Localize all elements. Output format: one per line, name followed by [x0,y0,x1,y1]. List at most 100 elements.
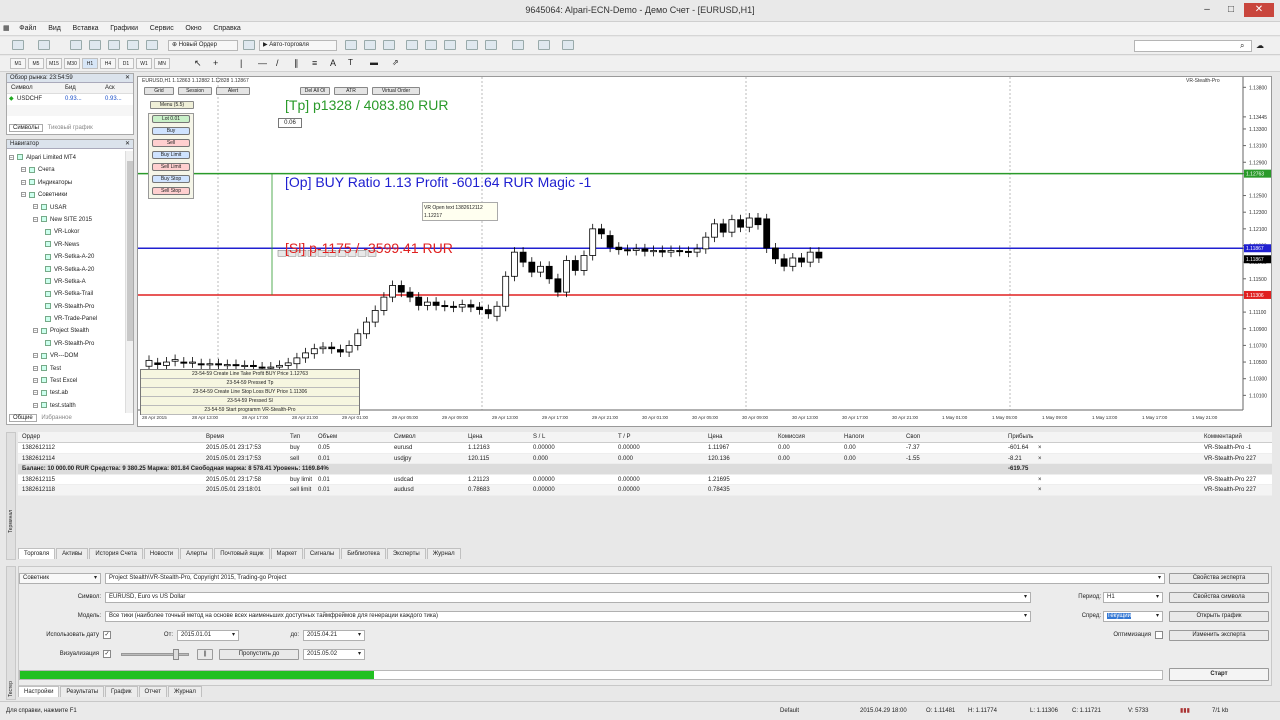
tab-favorites[interactable]: Избранное [38,415,74,421]
market-watch-icon[interactable] [70,40,82,50]
candle[interactable] [389,285,397,298]
mw-col-bid[interactable]: Бид [65,83,76,94]
market-watch-row[interactable]: ◆ USDCHF 0.93... 0.93... [7,94,133,105]
grid-button[interactable]: Grid [144,87,174,95]
terminal-icon[interactable] [127,40,139,50]
nav-item[interactable]: VR-Lokor [9,226,123,238]
candle[interactable] [162,361,170,366]
table-row[interactable]: 1382612114 2015.05.01 23:17:53 sell 0.01 usd… [6,453,1272,464]
spread-select[interactable]: Текущий ▾ [1103,611,1163,622]
timeframe-m5[interactable]: M5 [28,58,44,69]
candle[interactable] [154,362,162,365]
zoom-out-icon[interactable] [425,40,437,50]
new-chart-icon[interactable] [12,40,24,50]
candle[interactable] [354,333,362,346]
session-button[interactable]: Session [178,87,212,95]
close-order-icon[interactable]: × [1038,443,1042,453]
skip-date-input[interactable]: 2015.05.02 ▾ [303,649,365,660]
candle[interactable] [450,305,457,308]
candle[interactable] [345,344,353,353]
candle[interactable] [476,306,484,311]
candle[interactable] [597,228,605,235]
candle[interactable] [241,364,249,367]
candle[interactable] [528,261,536,273]
tester-icon[interactable] [146,40,158,50]
menu-item-window[interactable]: Окно [180,22,206,36]
tab-tester[interactable]: Отчет [138,686,167,697]
navigator-icon[interactable] [108,40,120,50]
autoscroll-icon[interactable] [466,40,478,50]
nav-item[interactable]: − New SITE 2015 [9,214,123,226]
nav-item[interactable]: VR-Trade-Panel [9,313,123,325]
candle[interactable] [754,217,762,226]
tester-type-select[interactable]: Советник ▾ [19,573,101,584]
candle[interactable] [719,223,727,233]
tab-terminal[interactable]: Журнал [426,548,461,559]
nav-item[interactable]: − Test [9,363,123,375]
nav-item[interactable]: − test.stalth [9,400,123,412]
candle[interactable] [502,275,510,307]
tab-terminal[interactable]: Эксперты [386,548,426,559]
periods-icon[interactable] [538,40,550,50]
candle[interactable] [624,249,631,252]
column-header[interactable]: Своп [906,432,920,443]
close-order-icon[interactable]: × [1038,475,1042,485]
column-header[interactable]: S / L [533,432,545,443]
data-window-icon[interactable] [89,40,101,50]
table-row[interactable]: 1382612118 2015.05.01 23:18:01 sell limit 0… [6,485,1272,496]
nav-item[interactable]: − Счета [9,164,123,176]
candle[interactable] [676,250,684,253]
menu-item-help[interactable]: Справка [208,22,245,36]
start-button[interactable]: Старт [1169,668,1269,681]
candle[interactable] [537,265,544,273]
nav-item[interactable]: − Alpari Limited MT4 [9,152,123,164]
column-header[interactable]: Символ [394,432,416,443]
close-order-icon[interactable]: × [1038,454,1042,464]
expand-icon[interactable]: − [33,328,38,334]
candle[interactable] [293,357,301,365]
column-header[interactable]: Тип [290,432,300,443]
candle[interactable] [632,248,640,251]
fibo-icon[interactable]: ≡ [312,58,322,69]
expand-icon[interactable]: − [33,377,38,383]
menu-item-view[interactable]: Вид [43,22,66,36]
candle[interactable] [415,296,423,306]
candle[interactable] [737,219,744,228]
candle[interactable] [510,251,518,277]
candle[interactable] [789,257,797,267]
symbol-select[interactable]: EURUSD, Euro vs US Dollar ▾ [105,592,1031,603]
candle[interactable] [693,248,701,253]
candle[interactable] [484,309,492,315]
tab-tester[interactable]: Результаты [60,686,105,697]
mw-col-symbol[interactable]: Символ [11,83,33,94]
candle[interactable] [702,236,710,250]
candle[interactable] [310,348,318,355]
candle[interactable] [223,364,231,367]
tab-terminal[interactable]: Активы [56,548,89,559]
channel-icon[interactable]: ∥ [294,58,304,69]
candle[interactable] [276,364,283,368]
nav-item[interactable]: VR-Setka-A-20 [9,264,123,276]
sell-button[interactable]: Sell [152,139,190,147]
candle[interactable] [250,364,257,367]
candle[interactable] [189,361,196,364]
close-order-icon[interactable]: × [1038,485,1042,495]
tab-common[interactable]: Общие [9,414,37,422]
expand-icon[interactable]: − [21,179,26,185]
nav-item[interactable]: VR-Setka-A-20 [9,251,123,263]
candle[interactable] [711,223,718,238]
column-header[interactable]: Налоги [844,432,864,443]
candle[interactable] [728,219,736,233]
sell-limit-button[interactable]: Sell Limit [152,163,190,171]
candle[interactable] [328,346,336,350]
shapes-icon[interactable]: ▬ [370,58,380,69]
candle[interactable] [606,235,614,248]
line-chart-icon[interactable] [383,40,395,50]
search-icon[interactable]: ⌕ [1240,40,1250,51]
bar-chart-icon[interactable] [345,40,357,50]
candle[interactable] [772,247,779,260]
open-chart-button[interactable]: Открыть график [1169,611,1269,622]
timeframe-m1[interactable]: M1 [10,58,26,69]
navigator-scrollbar[interactable] [125,151,133,413]
vertical-line-icon[interactable]: | [240,58,250,69]
